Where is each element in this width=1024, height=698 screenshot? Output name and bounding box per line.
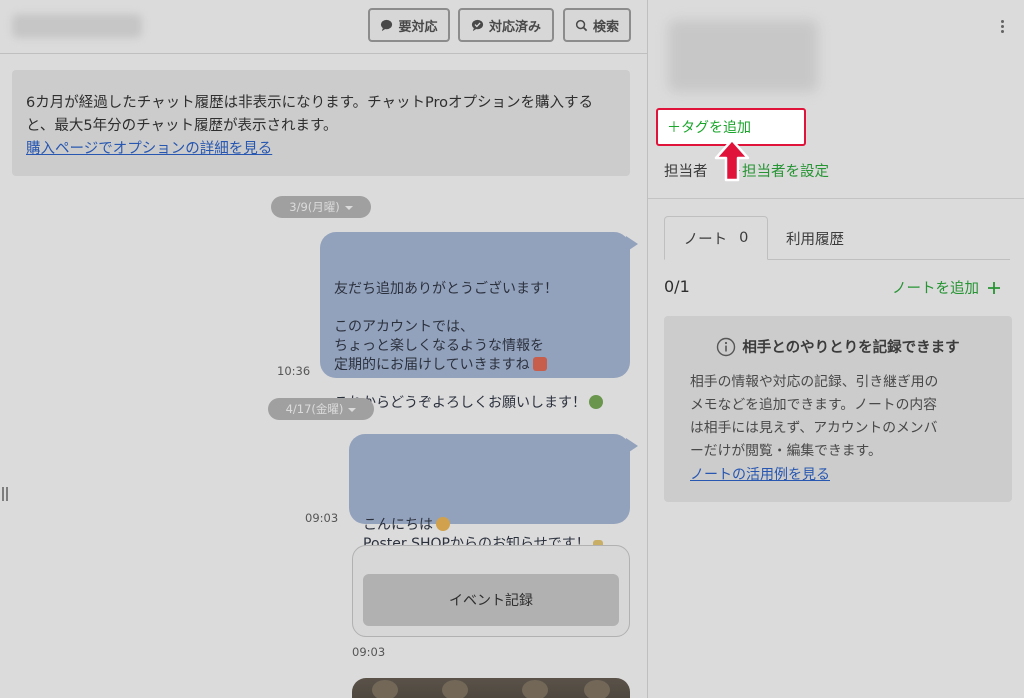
- drag-handle-icon[interactable]: [2, 487, 8, 501]
- caret-down-icon: [344, 206, 353, 210]
- section-divider: [648, 198, 1024, 199]
- history-notice: 6カ月が経過したチャット履歴は非表示になります。チャットProオプションを購入す…: [12, 70, 630, 176]
- date-separator[interactable]: 3/9(月曜): [271, 196, 371, 218]
- more-options-icon[interactable]: [994, 16, 1010, 36]
- gift-emoji-icon: [532, 357, 547, 371]
- needs-action-button[interactable]: 要対応: [368, 8, 450, 42]
- smile-emoji-icon: [436, 517, 450, 531]
- message-time: 09:03: [305, 511, 339, 525]
- clover-emoji-icon: [589, 395, 603, 409]
- chat-header: 要対応 対応済み 検索: [0, 0, 648, 54]
- note-info-box: 相手とのやりとりを記録できます 相手の情報や対応の記録、引き継ぎ用の メモなどを…: [664, 316, 1012, 502]
- resolved-label: 対応済み: [488, 19, 541, 35]
- blurred-profile: [668, 20, 818, 92]
- tab-notes[interactable]: ノート 0: [664, 216, 768, 260]
- chat-check-icon: [471, 19, 484, 31]
- info-icon: [717, 337, 736, 356]
- message-bubble[interactable]: こんにちは Poster SHOPからのお知らせです！: [349, 434, 638, 552]
- search-label: 検索: [592, 19, 619, 35]
- chat-pane: 要対応 対応済み 検索 6カ月が経過したチャット履歴は非表示になります。チャット…: [0, 0, 648, 698]
- highlight-arrow-icon: [714, 138, 750, 182]
- tab-notes-count: 0: [739, 230, 749, 246]
- message-time: 09:03: [352, 645, 386, 659]
- add-note-label: ノートを追加: [892, 281, 979, 297]
- resolved-button[interactable]: 対応済み: [458, 8, 554, 42]
- note-info-title: 相手とのやりとりを記録できます: [664, 336, 1012, 357]
- blurred-contact-name: [12, 14, 142, 38]
- photo-message[interactable]: [352, 678, 630, 698]
- note-examples-link[interactable]: ノートの活用例を見る: [690, 464, 830, 484]
- chat-bubble-icon: [381, 19, 393, 31]
- plus-icon: [988, 281, 1000, 294]
- event-card: イベント記録: [352, 545, 630, 637]
- note-info-body: 相手の情報や対応の記録、引き継ぎ用の メモなどを追加できます。ノートの内容 は相…: [690, 374, 939, 459]
- profile-tabs: ノート 0 利用履歴: [664, 216, 1010, 260]
- date-separator[interactable]: 4/17(金曜): [268, 398, 374, 420]
- owner-label: 担当者: [664, 163, 708, 180]
- notice-text: 6カ月が経過したチャット履歴は非表示になります。チャットProオプションを購入す…: [26, 95, 593, 134]
- search-icon: [575, 19, 588, 31]
- purchase-options-link[interactable]: 購入ページでオプションの詳細を見る: [26, 141, 272, 157]
- caret-down-icon: [348, 408, 357, 412]
- search-button[interactable]: 検索: [563, 8, 631, 42]
- profile-pane: ＋タグを追加 担当者 ＋担当者を設定 ノート 0 利用履歴 0/1 ノートを追加…: [648, 0, 1024, 698]
- note-count: 0/1: [664, 277, 690, 296]
- message-time: 10:36: [277, 364, 311, 378]
- note-info-title-text: 相手とのやりとりを記録できます: [742, 340, 960, 356]
- tab-usage-history[interactable]: 利用履歴: [786, 216, 844, 260]
- message-text: 友だち追加ありがとうございます！ このアカウントでは、 ちょっと楽しくなるような…: [334, 281, 558, 373]
- date-label: 4/17(金曜): [285, 402, 344, 416]
- needs-action-label: 要対応: [398, 19, 438, 35]
- tab-notes-label: ノート: [683, 231, 728, 248]
- message-bubble[interactable]: 友だち追加ありがとうございます！ このアカウントでは、 ちょっと楽しくなるような…: [320, 232, 638, 411]
- message-text: こんにちは: [363, 517, 433, 533]
- date-label: 3/9(月曜): [289, 200, 340, 214]
- add-note-button[interactable]: ノートを追加: [892, 277, 1001, 298]
- event-record-button[interactable]: イベント記録: [363, 574, 619, 626]
